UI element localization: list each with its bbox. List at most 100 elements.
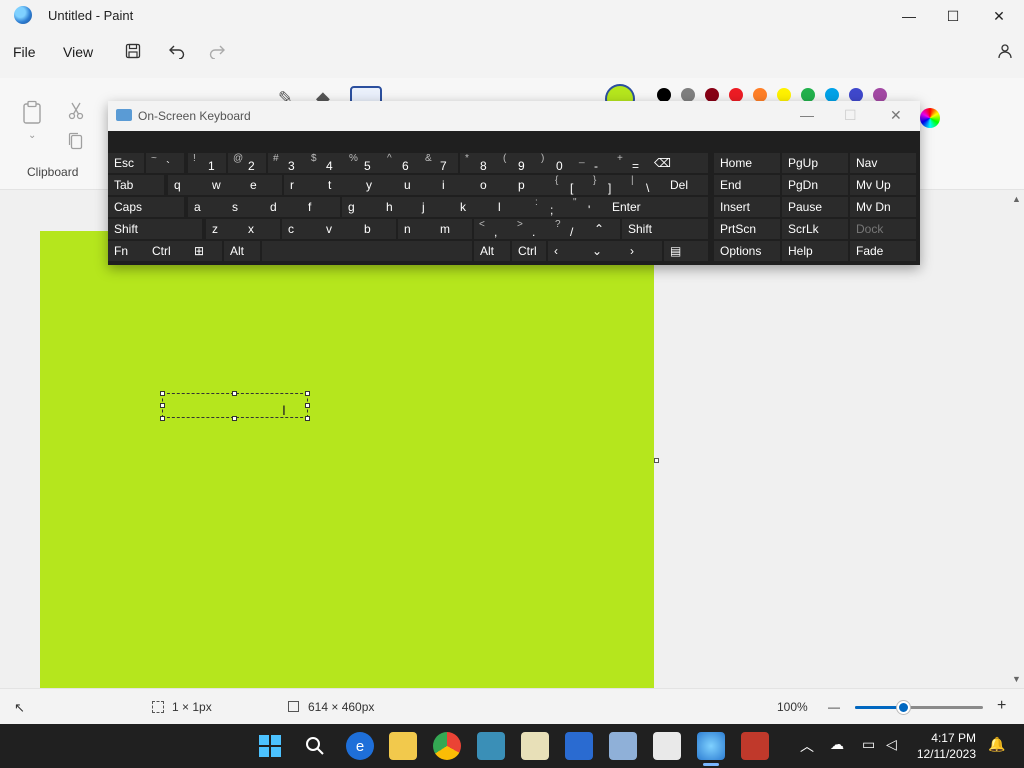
- osk-key[interactable]: p: [512, 175, 550, 195]
- snipping-tool-icon[interactable]: [653, 732, 681, 760]
- cut-icon[interactable]: [68, 102, 84, 125]
- color-swatch[interactable]: [849, 88, 863, 102]
- color-swatch[interactable]: [873, 88, 887, 102]
- edit-colors-icon[interactable]: [920, 108, 940, 128]
- osk-nav-key[interactable]: ScrLk: [782, 219, 848, 239]
- copy-icon[interactable]: [68, 132, 84, 155]
- osk-key[interactable]: b: [358, 219, 396, 239]
- color-swatch[interactable]: [753, 88, 767, 102]
- osk-key[interactable]: t: [322, 175, 360, 195]
- osk-key[interactable]: {[: [550, 175, 588, 195]
- osk-nav-key[interactable]: Mv Dn: [850, 197, 916, 217]
- selection-handle[interactable]: [305, 416, 310, 421]
- paste-icon[interactable]: [22, 100, 42, 129]
- drawing-canvas[interactable]: [40, 231, 654, 688]
- osk-key[interactable]: d: [264, 197, 302, 217]
- osk-key[interactable]: _ -: [574, 153, 612, 173]
- osk-key[interactable]: ⌃: [588, 219, 620, 239]
- osk-nav-key[interactable]: Home: [714, 153, 780, 173]
- zoom-slider[interactable]: [855, 701, 983, 714]
- osk-key[interactable]: l: [492, 197, 530, 217]
- osk-key[interactable]: :;: [530, 197, 568, 217]
- osk-close-button[interactable]: ✕: [890, 107, 902, 124]
- color-swatch[interactable]: [825, 88, 839, 102]
- osk-key[interactable]: v: [320, 219, 358, 239]
- osk-key[interactable]: n: [398, 219, 436, 239]
- osk-nav-key[interactable]: Fade: [850, 241, 916, 261]
- save-icon[interactable]: [122, 40, 144, 62]
- volume-icon[interactable]: ◁: [886, 736, 897, 753]
- scroll-up-icon[interactable]: ▲: [1012, 194, 1021, 204]
- osk-nav-key[interactable]: PgUp: [782, 153, 848, 173]
- zoom-slider-thumb[interactable]: [896, 701, 910, 714]
- photos-icon[interactable]: [609, 732, 637, 760]
- osk-key[interactable]: ‹: [548, 241, 586, 261]
- osk-nav-key[interactable]: Insert: [714, 197, 780, 217]
- search-icon[interactable]: [301, 732, 329, 760]
- osk-nav-key[interactable]: Mv Up: [850, 175, 916, 195]
- osk-key[interactable]: + =: [612, 153, 650, 173]
- edge-beta-icon[interactable]: e: [346, 732, 374, 760]
- file-explorer-icon[interactable]: [389, 732, 417, 760]
- osk-nav-key[interactable]: PrtScn: [714, 219, 780, 239]
- notepad-icon[interactable]: [521, 732, 549, 760]
- selection-handle[interactable]: [305, 391, 310, 396]
- vertical-scrollbar[interactable]: ▲ ▼: [1010, 190, 1024, 688]
- osk-key[interactable]: <,: [474, 219, 512, 239]
- text-selection-box[interactable]: [162, 393, 308, 418]
- color-swatch[interactable]: [729, 88, 743, 102]
- osk-key[interactable]: Alt: [224, 241, 260, 261]
- osk-key[interactable]: ›: [624, 241, 662, 261]
- selection-handle[interactable]: [160, 391, 165, 396]
- cube-app-icon[interactable]: [565, 732, 593, 760]
- osk-key[interactable]: #3: [268, 153, 306, 173]
- osk-key[interactable]: f: [302, 197, 340, 217]
- osk-key[interactable]: Shift: [108, 219, 202, 239]
- osk-key[interactable]: u: [398, 175, 436, 195]
- osk-key[interactable]: Enter: [606, 197, 708, 217]
- winrar-icon[interactable]: [741, 732, 769, 760]
- start-icon[interactable]: [256, 732, 284, 760]
- color-swatch[interactable]: [801, 88, 815, 102]
- osk-key[interactable]: @2: [228, 153, 266, 173]
- osk-nav-key[interactable]: Help: [782, 241, 848, 261]
- osk-key[interactable]: w: [206, 175, 244, 195]
- osk-key[interactable]: ) 0: [536, 153, 574, 173]
- osk-key[interactable]: h: [380, 197, 418, 217]
- osk-minimize-button[interactable]: —: [800, 107, 814, 123]
- osk-key[interactable]: Tab: [108, 175, 164, 195]
- osk-key[interactable]: y: [360, 175, 398, 195]
- menu-file[interactable]: File: [13, 44, 36, 60]
- undo-icon[interactable]: [166, 40, 188, 62]
- osk-key[interactable]: m: [434, 219, 472, 239]
- color-swatch[interactable]: [657, 88, 671, 102]
- canvas-resize-handle[interactable]: [654, 458, 659, 463]
- osk-nav-key[interactable]: Nav: [850, 153, 916, 173]
- zoom-out-button[interactable]: —: [828, 700, 840, 714]
- paint-taskbar-icon[interactable]: [697, 732, 725, 760]
- selection-handle[interactable]: [232, 416, 237, 421]
- osk-key[interactable]: % 5: [344, 153, 382, 173]
- close-button[interactable]: ✕: [976, 0, 1022, 32]
- osk-key[interactable]: s: [226, 197, 264, 217]
- osk-key[interactable]: k: [454, 197, 492, 217]
- share-icon[interactable]: [993, 40, 1015, 62]
- osk-key[interactable]: Alt: [474, 241, 510, 261]
- maximize-button[interactable]: ☐: [930, 0, 976, 32]
- onedrive-icon[interactable]: ☁: [830, 736, 844, 753]
- osk-key[interactable]: | \: [626, 175, 664, 195]
- osk-key[interactable]: ⊞: [188, 241, 222, 261]
- osk-key[interactable]: }]: [588, 175, 626, 195]
- osk-key[interactable]: x: [242, 219, 280, 239]
- osk-key[interactable]: ? /: [550, 219, 588, 239]
- osk-key[interactable]: Esc: [108, 153, 144, 173]
- tray-chevron-icon[interactable]: ︿: [800, 736, 814, 756]
- paste-dropdown-icon[interactable]: ⌄: [28, 130, 36, 141]
- osk-key[interactable]: [262, 241, 472, 261]
- color-swatch[interactable]: [705, 88, 719, 102]
- osk-key[interactable]: " ': [568, 197, 606, 217]
- osk-key[interactable]: z: [206, 219, 244, 239]
- osk-key[interactable]: r: [284, 175, 322, 195]
- redo-icon[interactable]: [206, 40, 228, 62]
- osk-key[interactable]: ~ `: [146, 153, 184, 173]
